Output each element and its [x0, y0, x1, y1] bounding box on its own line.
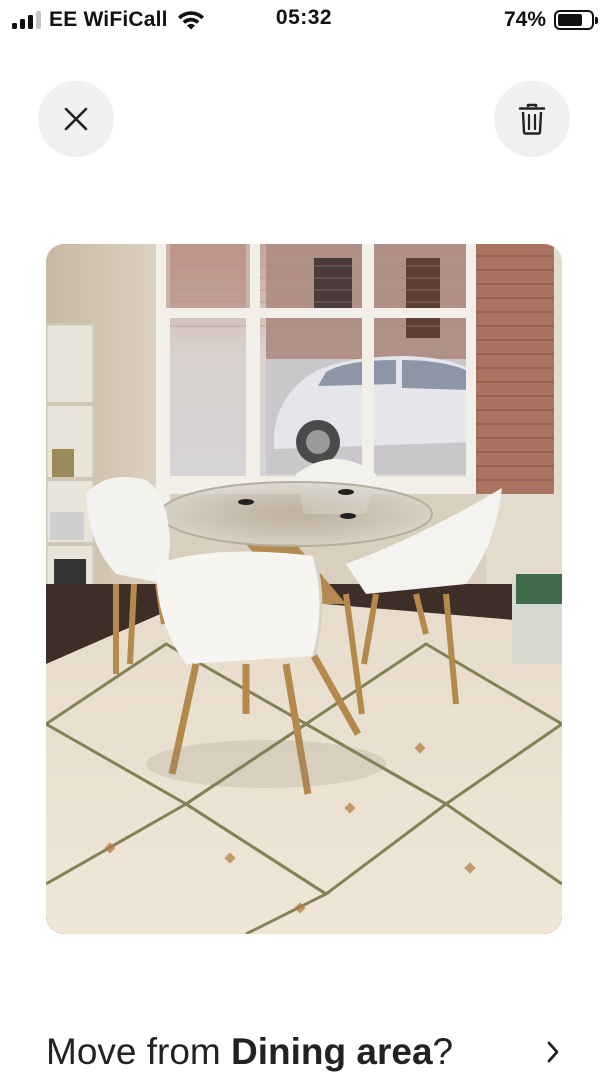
- close-button[interactable]: [38, 81, 114, 157]
- move-prefix: Move from: [46, 1031, 232, 1072]
- chevron-right-icon: [547, 1041, 559, 1063]
- status-bar: EE WiFiCall 05:32 74%: [0, 0, 608, 40]
- close-icon: [64, 107, 88, 131]
- dining-room-illustration: [46, 244, 562, 934]
- move-room-row[interactable]: Move from Dining area?: [46, 1024, 566, 1080]
- status-right: 74%: [503, 6, 598, 34]
- delete-button[interactable]: [494, 81, 570, 157]
- battery-percentage: 74%: [503, 8, 546, 31]
- dining-room-photo: [46, 244, 562, 934]
- current-room-name: Dining area: [231, 1031, 433, 1072]
- battery-fill: [558, 14, 582, 26]
- trash-icon: [518, 103, 546, 135]
- battery-icon: [554, 10, 598, 30]
- move-prompt-text: Move from Dining area?: [46, 1031, 453, 1073]
- move-suffix: ?: [432, 1031, 454, 1072]
